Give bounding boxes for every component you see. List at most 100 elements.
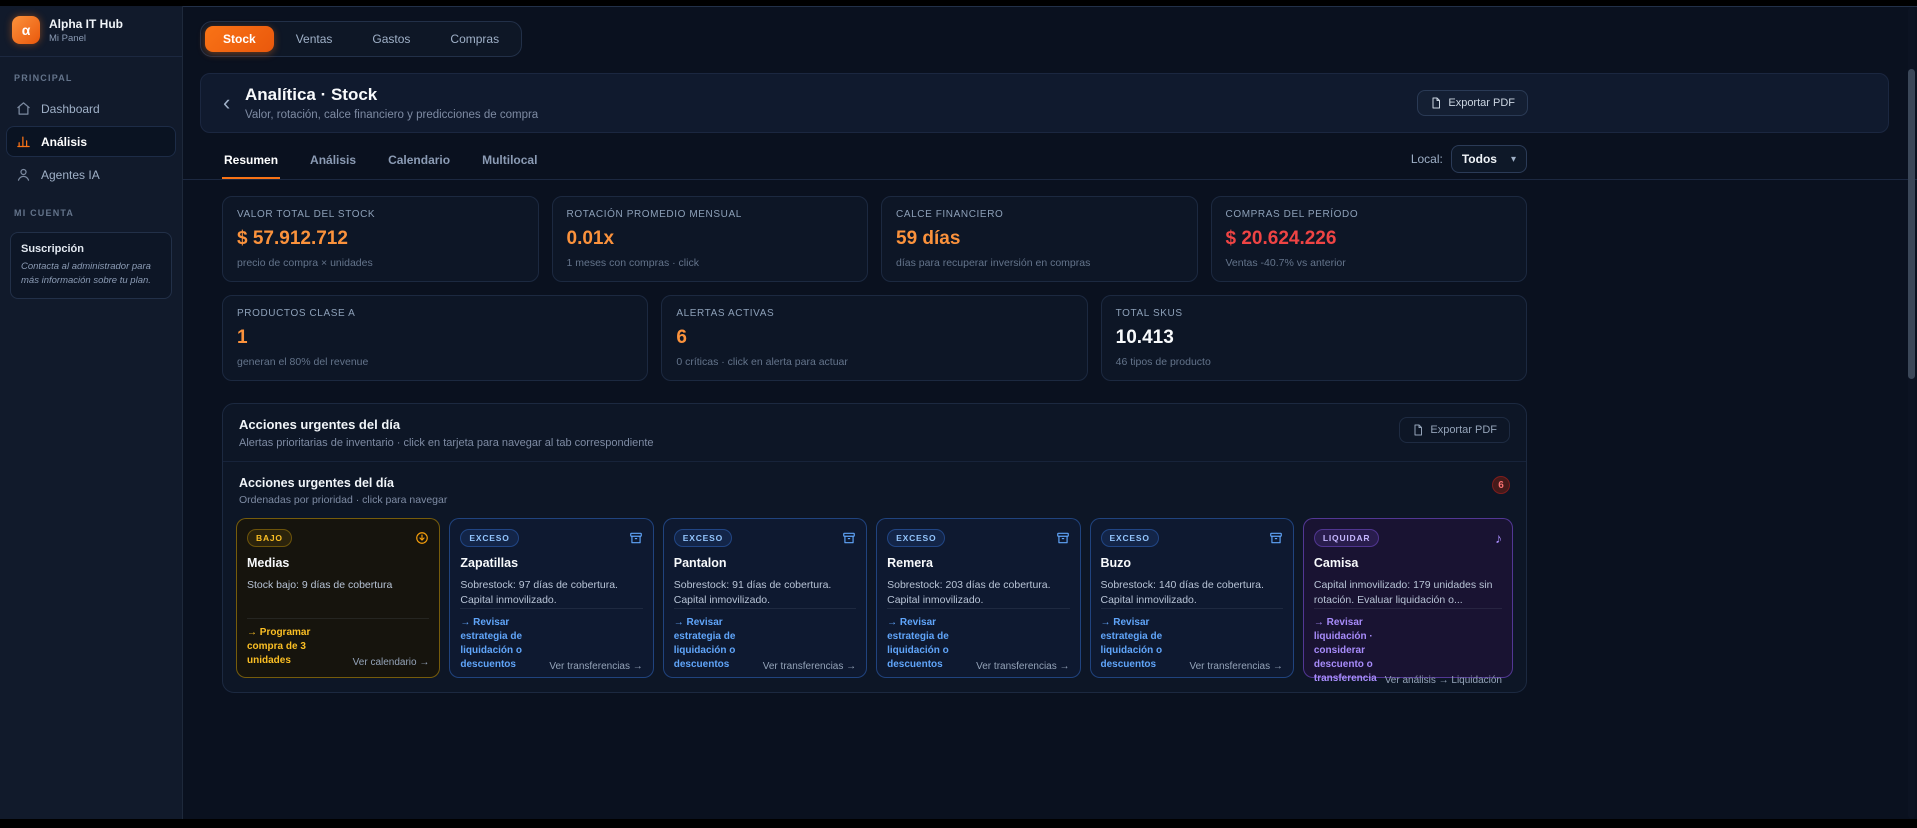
primary-action-link[interactable]: → Revisar liquidación · considerar descu…	[1314, 616, 1377, 686]
user-icon	[16, 167, 31, 182]
priority-badge: LIQUIDAR	[1313, 529, 1380, 547]
arrow-down-circle-icon	[415, 531, 429, 545]
kpi-label: COMPRAS DEL PERÍODO	[1225, 209, 1359, 220]
kpi-sub: precio de compra × unidades	[237, 257, 373, 269]
action-card-body: Sobrestock: 91 días de cobertura. Capita…	[673, 579, 832, 607]
action-card-buzo[interactable]: EXCESO Buzo Sobrestock: 140 días de cobe…	[1089, 518, 1294, 678]
top-area: Stock Ventas Gastos Compras	[183, 7, 1917, 57]
kpi-value: 6	[676, 327, 687, 348]
secondary-link[interactable]: Ver transferencias →	[763, 661, 856, 672]
primary-action-link[interactable]: → Revisar estrategia de liquidación o de…	[674, 616, 755, 672]
actions-panel-titles: Acciones urgentes del día Alertas priori…	[239, 417, 654, 449]
kpi-card-compras-periodo[interactable]: COMPRAS DEL PERÍODO $ 20.624.226 Ventas …	[1210, 196, 1527, 282]
subtab-multilocal[interactable]: Multilocal	[480, 145, 539, 179]
primary-action-link[interactable]: → Revisar estrategia de liquidación o de…	[460, 616, 541, 672]
actions-panel-subtitle: Alertas prioritarias de inventario · cli…	[239, 437, 654, 449]
action-card-title: Zapatillas	[460, 556, 519, 570]
kpi-row-2: PRODUCTOS CLASE A 1 generan el 80% del r…	[222, 295, 1527, 381]
tab-ventas[interactable]: Ventas	[278, 26, 351, 52]
actions-inner-subtitle: Ordenadas por prioridad · click para nav…	[239, 494, 448, 506]
sidebar-item-agentes-ia[interactable]: Agentes IA	[6, 159, 176, 190]
sub-tabs: Resumen Análisis Calendario Multilocal L…	[222, 133, 1527, 179]
vertical-scrollbar	[1908, 7, 1915, 819]
tab-gastos[interactable]: Gastos	[354, 26, 428, 52]
kpi-card-alertas-activas[interactable]: ALERTAS ACTIVAS 6 0 críticas · click en …	[661, 295, 1088, 381]
chevron-down-icon: ▾	[1510, 153, 1516, 165]
actions-inner-titles: Acciones urgentes del día Ordenadas por …	[239, 476, 447, 506]
sidebar-item-analisis[interactable]: Análisis	[6, 126, 176, 157]
kpi-sub: 1 meses con compras · click	[566, 257, 699, 269]
document-icon	[1412, 424, 1424, 436]
kpi-card-rotacion-promedio[interactable]: ROTACIÓN PROMEDIO MENSUAL 0.01x 1 meses …	[551, 196, 868, 282]
app-name: Alpha IT Hub	[49, 16, 123, 31]
app-logo-icon: α	[12, 16, 40, 44]
box-icon	[1269, 531, 1283, 545]
panel-export-pdf-label: Exportar PDF	[1430, 424, 1497, 436]
brand: α Alpha IT Hub Mi Panel	[0, 6, 182, 57]
kpi-value: 59 días	[896, 228, 961, 249]
panel-export-pdf-button[interactable]: Exportar PDF	[1399, 417, 1510, 443]
brand-text: Alpha IT Hub Mi Panel	[49, 17, 123, 44]
secondary-link[interactable]: Ver transferencias →	[976, 661, 1069, 672]
back-button[interactable]: ‹	[223, 92, 245, 114]
action-card-pantalon[interactable]: EXCESO Pantalon Sobrestock: 91 días de c…	[662, 518, 868, 678]
kpi-value: 0.01x	[566, 228, 615, 249]
secondary-link[interactable]: Ver calendario →	[353, 657, 430, 668]
action-card-body: Capital inmovilizado: 179 unidades sin r…	[1313, 579, 1493, 607]
scrollbar-thumb[interactable]	[1908, 69, 1915, 379]
priority-badge: EXCESO	[460, 529, 519, 547]
action-card-title: Camisa	[1313, 556, 1359, 570]
priority-badge: EXCESO	[1100, 529, 1159, 547]
action-card-camisa[interactable]: LIQUIDAR ♪ Camisa Capital inmovilizado: …	[1302, 518, 1513, 686]
logo-glyph: α	[21, 22, 31, 38]
secondary-link[interactable]: Ver análisis → Liquidación	[1385, 675, 1502, 686]
kpi-value: $ 57.912.712	[237, 228, 348, 249]
action-card-body: Stock bajo: 9 días de cobertura	[247, 579, 393, 591]
section-account-label: MI CUENTA	[14, 208, 75, 218]
bar-chart-icon	[16, 134, 31, 149]
kpi-sub: 0 críticas · click en alerta para actuar	[676, 356, 848, 368]
kpi-row-1: VALOR TOTAL DEL STOCK $ 57.912.712 preci…	[222, 196, 1527, 282]
secondary-link[interactable]: Ver transferencias →	[1190, 661, 1283, 672]
sidebar-item-label: Dashboard	[41, 101, 100, 116]
secondary-link[interactable]: Ver transferencias →	[549, 661, 642, 672]
local-select[interactable]: Todos ▾	[1450, 145, 1527, 173]
kpi-card-productos-clase-a[interactable]: PRODUCTOS CLASE A 1 generan el 80% del r…	[222, 295, 649, 381]
action-card-title: Pantalon	[673, 556, 727, 570]
action-card-medias[interactable]: BAJO Medias Stock bajo: 9 días de cobert…	[236, 518, 441, 678]
action-card-body: Sobrestock: 140 días de cobertura. Capit…	[1100, 579, 1264, 607]
page-title-block: Analítica · Stock Valor, rotación, calce…	[245, 85, 538, 121]
primary-action-link[interactable]: → Revisar estrategia de liquidación o de…	[1101, 616, 1182, 672]
sidebar: α Alpha IT Hub Mi Panel PRINCIPAL Dashbo…	[0, 6, 183, 819]
sidebar-item-dashboard[interactable]: Dashboard	[6, 93, 176, 124]
primary-action-link[interactable]: → Programar compra de 3 unidades	[247, 626, 345, 668]
action-card-title: Medias	[247, 556, 290, 570]
kpi-label: CALCE FINANCIERO	[896, 209, 1004, 220]
kpi-card-total-skus[interactable]: TOTAL SKUS 10.413 46 tipos de producto	[1100, 295, 1527, 381]
kpi-card-calce-financiero[interactable]: CALCE FINANCIERO 59 días días para recup…	[881, 196, 1198, 282]
action-card-remera[interactable]: EXCESO Remera Sobrestock: 203 días de co…	[876, 518, 1081, 678]
subtab-analisis[interactable]: Análisis	[308, 145, 358, 179]
priority-badge: BAJO	[247, 529, 292, 547]
kpi-value: $ 20.624.226	[1225, 228, 1337, 249]
box-icon	[842, 531, 856, 545]
kpi-sub: días para recuperar inversión en compras	[896, 257, 1091, 269]
kpi-sub: Ventas -40.7% vs anterior	[1225, 257, 1346, 269]
kpi-sub: generan el 80% del revenue	[237, 356, 369, 368]
app-subtitle: Mi Panel	[49, 32, 86, 44]
kpi-card-valor-total-stock[interactable]: VALOR TOTAL DEL STOCK $ 57.912.712 preci…	[222, 196, 539, 282]
tab-compras[interactable]: Compras	[432, 26, 517, 52]
action-card-zapatillas[interactable]: EXCESO Zapatillas Sobrestock: 97 días de…	[449, 518, 654, 678]
local-filter: Local: Todos ▾	[1411, 145, 1527, 179]
kpi-value: 10.413	[1115, 327, 1174, 348]
action-card-body: Sobrestock: 203 días de cobertura. Capit…	[887, 579, 1051, 607]
sidebar-nav: Dashboard Análisis Agentes IA	[0, 91, 182, 192]
primary-action-link[interactable]: → Revisar estrategia de liquidación o de…	[887, 616, 968, 672]
subtab-calendario[interactable]: Calendario	[386, 145, 452, 179]
subtab-resumen[interactable]: Resumen	[222, 145, 281, 179]
tab-stock[interactable]: Stock	[205, 26, 274, 52]
export-pdf-button[interactable]: Exportar PDF	[1417, 90, 1528, 116]
action-card-title: Buzo	[1100, 556, 1132, 570]
priority-badge: EXCESO	[673, 529, 732, 547]
local-filter-label: Local:	[1410, 152, 1443, 166]
